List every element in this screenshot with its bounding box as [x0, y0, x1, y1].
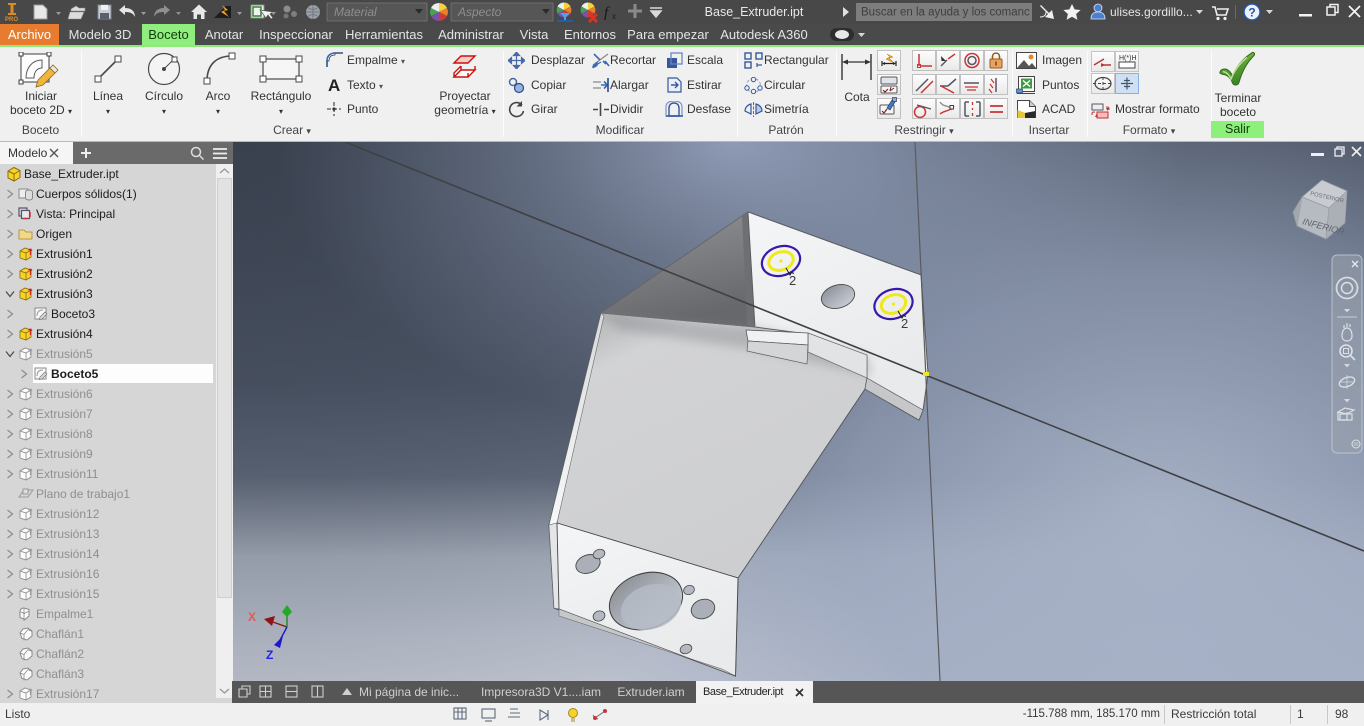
svg-text:f: f: [604, 5, 610, 21]
svg-text:ulises.gordillo...: ulises.gordillo...: [1110, 5, 1193, 19]
svg-text:PRO: PRO: [5, 17, 18, 23]
svg-text:H(*)H: H(*)H: [1119, 55, 1137, 62]
svg-text:Z: Z: [266, 648, 273, 662]
svg-text:Buscar en la ayuda y los coman: Buscar en la ayuda y los comanc: [861, 7, 1030, 19]
svg-text:?: ?: [1248, 6, 1255, 20]
svg-text:Base_Extruder.ipt: Base_Extruder.ipt: [705, 5, 804, 19]
svg-text:Aspecto: Aspecto: [457, 5, 502, 19]
svg-text:x: x: [611, 11, 616, 21]
svg-text:X: X: [248, 610, 256, 624]
svg-text:A: A: [328, 76, 340, 94]
svg-text:Material: Material: [334, 5, 377, 19]
